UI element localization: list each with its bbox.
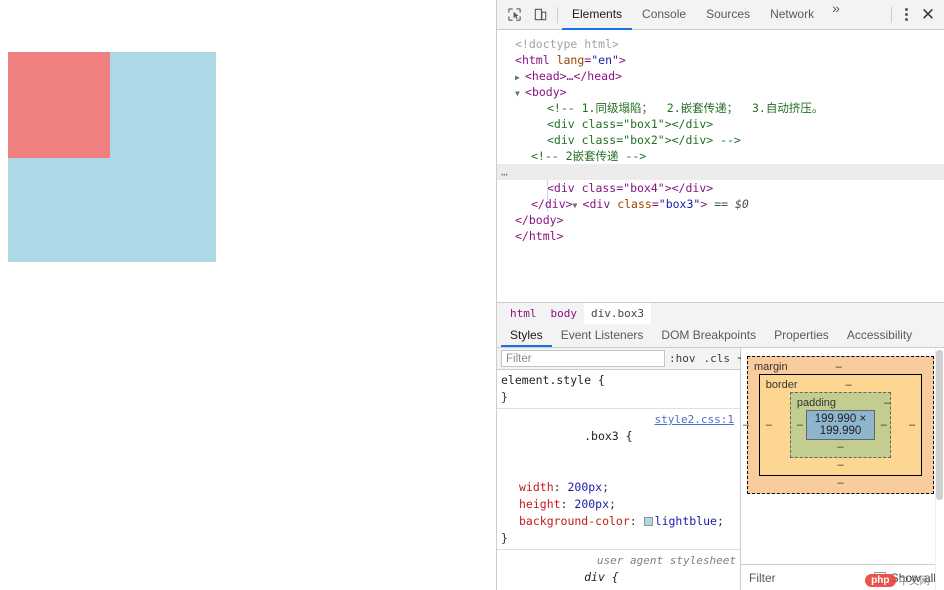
box4-element[interactable] [8, 52, 110, 158]
close-icon[interactable]: ✕ [916, 3, 940, 27]
inspect-cursor-icon[interactable] [501, 2, 527, 28]
declaration-background-color[interactable]: background-color: lightblue; [501, 513, 740, 530]
rule-selector-element-style: element.style { [501, 373, 605, 387]
rendered-page-viewport [0, 0, 496, 590]
dom-line-html-open[interactable]: <html lang="en"> [497, 52, 944, 68]
computed-filter-label[interactable]: Filter [749, 571, 874, 585]
styles-rules-pane: :hov .cls + element.style { } .box3 { st… [497, 348, 746, 590]
box-model-padding-label: padding [796, 397, 837, 409]
devtools-toolbar: Elements Console Sources Network » ✕ [497, 0, 944, 30]
rule-close-brace-box3: } [501, 531, 508, 545]
dom-line-box2-comment[interactable]: <div class="box2"></div> --> [497, 132, 944, 148]
computed-pane: margin – – border – – padding – – 199.99… [741, 348, 944, 590]
dom-line-head[interactable]: ▶ <head>…</head> [497, 68, 944, 84]
computed-filter-row: Filter Show all php 中文网 [741, 564, 944, 590]
devtools-tab-list: Elements Console Sources Network » [562, 0, 887, 30]
breadcrumb-item-body[interactable]: body [544, 303, 585, 325]
box-model-margin-bottom-value[interactable]: – [748, 476, 933, 490]
rule-selector-div: div { [584, 570, 619, 584]
dom-line-body-open[interactable]: ▼ <body> [497, 84, 944, 100]
box-model-padding-top-value[interactable]: – [884, 397, 890, 409]
box-model-margin-top-value[interactable]: – [836, 361, 842, 373]
more-vertical-icon[interactable] [896, 8, 916, 21]
rule-source-user-agent: user agent stylesheet [596, 554, 736, 567]
rule-source-link-box3[interactable]: style2.css:1 [655, 411, 734, 428]
device-toolbar-icon[interactable] [527, 2, 553, 28]
toolbar-divider-2 [891, 6, 892, 23]
tab-event-listeners[interactable]: Event Listeners [552, 324, 653, 347]
box-model-border-top-value[interactable]: – [846, 379, 852, 391]
tab-sources[interactable]: Sources [696, 0, 760, 30]
dom-line-doctype[interactable]: <!doctype html> [497, 36, 944, 52]
box-model-border-right-value[interactable]: – [903, 419, 921, 431]
styles-tab-list: Styles Event Listeners DOM Breakpoints P… [497, 324, 944, 348]
hov-toggle[interactable]: :hov [665, 352, 700, 365]
box3-element[interactable] [8, 52, 216, 262]
rule-element-style[interactable]: element.style { } [497, 370, 740, 409]
cls-toggle[interactable]: .cls [700, 352, 735, 365]
breadcrumb-item-div-box3[interactable]: div.box3 [584, 302, 651, 325]
box-model-diagram: margin – – border – – padding – – 199.99… [741, 348, 944, 564]
css-rules-list: element.style { } .box3 { style2.css:1 w… [497, 370, 740, 590]
box-model-padding-layer[interactable]: padding – – 199.990 × 199.990 – – [789, 392, 892, 458]
breadcrumb: html body div.box3 [497, 302, 944, 325]
tab-dom-breakpoints[interactable]: DOM Breakpoints [652, 324, 765, 347]
dom-line-html-close[interactable]: </html> [497, 228, 944, 244]
toolbar-right-group: ✕ [887, 3, 944, 27]
show-all-label: Show all [890, 570, 936, 585]
dom-line-body-close[interactable]: </body> [497, 212, 944, 228]
rule-box3[interactable]: .box3 { style2.css:1 width: 200px; heigh… [497, 409, 740, 550]
rule-div-user-agent[interactable]: div { user agent stylesheet display: blo… [497, 550, 740, 590]
tab-elements[interactable]: Elements [562, 0, 633, 30]
styles-filter-row: :hov .cls + [497, 348, 746, 370]
declaration-height[interactable]: height: 200px; [501, 496, 740, 513]
box-model-border-layer[interactable]: border – – padding – – 199.990 × 199.990… [758, 374, 923, 476]
color-swatch-lightblue[interactable] [643, 517, 653, 526]
tab-styles[interactable]: Styles [501, 324, 552, 347]
box-model-padding-bottom-value[interactable]: – [791, 440, 890, 454]
declaration-width[interactable]: width: 200px; [501, 479, 740, 496]
dom-line-comment-2[interactable]: <!-- 2嵌套传递 --> [497, 148, 944, 164]
styles-lower-split: :hov .cls + element.style { } .box3 { st… [497, 348, 944, 590]
tab-properties[interactable]: Properties [765, 324, 838, 347]
box-model-content-size[interactable]: 199.990 × 199.990 [806, 410, 875, 440]
dom-tree: <!doctype html> <html lang="en"> ▶ <head>… [497, 30, 944, 302]
styles-filter-input[interactable] [501, 350, 665, 367]
box-model-padding-right-value[interactable]: – [875, 419, 890, 431]
box-model-border-bottom-value[interactable]: – [760, 458, 922, 472]
breadcrumb-item-html[interactable]: html [503, 303, 544, 325]
devtools-panel: Elements Console Sources Network » ✕ <!d… [496, 0, 944, 590]
tab-console[interactable]: Console [632, 0, 696, 30]
rule-selector-box3: .box3 { [584, 429, 633, 443]
dom-line-box1-comment[interactable]: <div class="box1"></div> [497, 116, 944, 132]
tab-accessibility[interactable]: Accessibility [838, 324, 921, 347]
box-model-border-left-value[interactable]: – [760, 419, 778, 431]
box-model-padding-left-value[interactable]: – [791, 419, 806, 431]
dom-line-box4[interactable]: <div class="box4"></div> [497, 180, 944, 212]
box-model-margin-label: margin [754, 361, 788, 373]
box-model-border-label: border [765, 379, 798, 391]
dom-line-box3-selected[interactable]: ⋯ ▼ <div class="box3"> == $0 [497, 164, 944, 211]
computed-pane-scrollbar[interactable] [935, 348, 944, 590]
dom-line-div-close[interactable]: </div> [497, 196, 944, 212]
show-all-checkbox[interactable] [873, 571, 886, 584]
more-tabs-icon[interactable]: » [824, 0, 848, 30]
toolbar-divider [557, 6, 558, 23]
show-all-toggle[interactable]: Show all [873, 570, 936, 585]
scrollbar-thumb[interactable] [936, 350, 943, 500]
tab-network[interactable]: Network [760, 0, 824, 30]
box-model-margin-layer[interactable]: margin – – border – – padding – – 199.99… [743, 356, 944, 494]
dom-line-comment-1[interactable]: <!-- 1.同级塌陷； 2.嵌套传递； 3.自动挤压。 [497, 100, 944, 116]
rule-close-brace-element-style: } [501, 390, 508, 404]
box-model-margin-left-value[interactable]: – [741, 419, 749, 431]
